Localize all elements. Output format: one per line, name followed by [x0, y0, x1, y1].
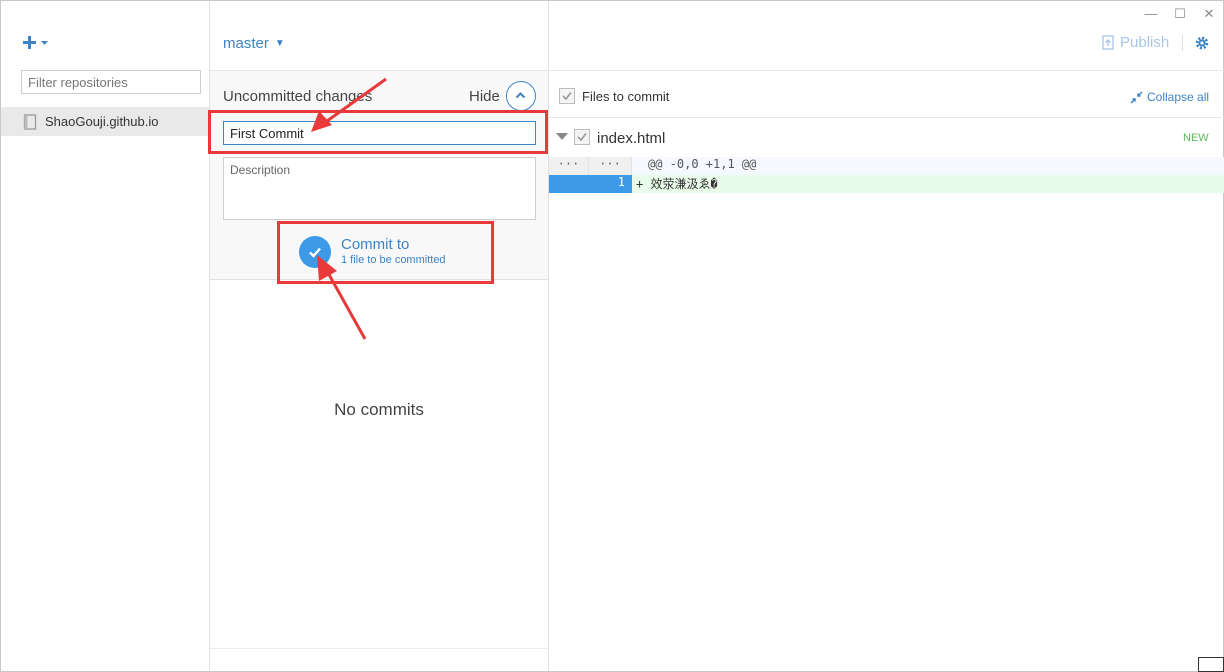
add-repository-button[interactable]: [21, 33, 53, 53]
divider: [210, 648, 548, 649]
repository-name: ShaoGouji.github.io: [45, 114, 159, 129]
new-line-number: 1: [589, 175, 632, 193]
publish-icon: [1102, 34, 1114, 50]
commit-panel: Uncommitted changes Hide Commit to 1 fil…: [210, 71, 548, 280]
checkmark-icon: [562, 92, 572, 101]
repository-sidebar: ShaoGouji.github.io: [1, 1, 210, 671]
hunk-text: @@ -0,0 +1,1 @@: [632, 157, 1224, 175]
divider: [549, 117, 1224, 118]
commit-button-subtitle: 1 file to be committed: [341, 254, 446, 266]
settings-button[interactable]: [1194, 35, 1210, 51]
expand-triangle-icon[interactable]: [556, 133, 568, 140]
gear-icon: [1195, 36, 1209, 50]
files-to-commit-label: Files to commit: [582, 89, 670, 104]
commit-button[interactable]: Commit to 1 file to be committed: [299, 234, 489, 270]
collapse-icon: [1130, 90, 1143, 104]
commit-description-input[interactable]: [223, 157, 536, 220]
file-name[interactable]: index.html: [597, 130, 665, 147]
chevron-up-icon: [515, 92, 526, 99]
divider: [1182, 35, 1183, 51]
old-line-number: ···: [549, 157, 589, 175]
app-window: — ☐ ✕ ShaoGouji.github.io master▼ Uncomm…: [0, 0, 1224, 672]
file-checkbox[interactable]: [574, 129, 590, 145]
collapse-all-label: Collapse all: [1147, 90, 1210, 104]
diff-view: ··· ··· @@ -0,0 +1,1 @@ 1 + 效荥溓汲ゑ�: [549, 157, 1224, 193]
empty-history-message: No commits: [334, 400, 424, 419]
qr-code-icon: [1198, 657, 1224, 672]
book-icon: [23, 113, 37, 130]
branch-name: master: [223, 35, 269, 52]
hide-label[interactable]: Hide: [469, 88, 500, 105]
diff-column: Publish Files to commit Collapse all ind…: [549, 1, 1224, 671]
divider: [549, 70, 1224, 71]
commit-button-label: Commit to: [341, 236, 410, 253]
publish-button[interactable]: Publish: [1102, 34, 1169, 51]
diff-added-line[interactable]: 1 + 效荥溓汲ゑ�: [549, 175, 1224, 193]
branch-selector[interactable]: master ▼: [223, 35, 285, 52]
plus-icon: [23, 36, 48, 49]
diff-hunk-header: ··· ··· @@ -0,0 +1,1 @@: [549, 157, 1224, 175]
checkmark-icon: [299, 236, 331, 268]
hide-button[interactable]: [506, 81, 536, 111]
repository-item[interactable]: ShaoGouji.github.io: [1, 107, 209, 136]
select-all-files-checkbox[interactable]: [559, 88, 575, 104]
changes-column: master ▼ Uncommitted changes Hide Commit …: [210, 1, 549, 671]
commit-summary-input[interactable]: [223, 121, 536, 145]
uncommitted-changes-title: Uncommitted changes: [223, 88, 373, 105]
old-line-number: [549, 175, 589, 193]
file-status-badge: NEW: [1183, 132, 1209, 144]
publish-label: Publish: [1120, 34, 1170, 51]
new-line-number: ···: [589, 157, 632, 175]
filter-repositories-input[interactable]: [21, 70, 201, 94]
checkmark-icon: [577, 133, 587, 142]
caret-down-icon: ▼: [274, 38, 285, 49]
diff-line-text: + 效荥溓汲ゑ�: [632, 175, 1224, 193]
collapse-all-button[interactable]: Collapse all: [1130, 90, 1209, 104]
